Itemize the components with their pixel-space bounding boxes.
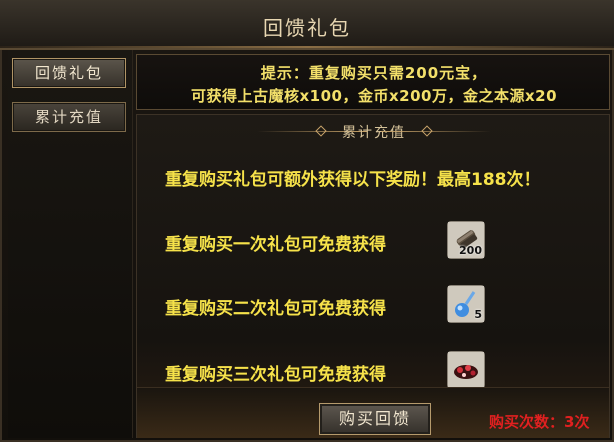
reward-row: 重复购买三次礼包可免费获得 [165, 351, 595, 391]
reward-text: 重复购买二次礼包可免费获得 [165, 299, 386, 319]
window-title: 回馈礼包 [263, 16, 351, 40]
panel-header-title: 累计充值 [342, 125, 406, 141]
tab-rebate-pack[interactable]: 回馈礼包 [12, 58, 126, 88]
title-bar: 回馈礼包 [0, 0, 614, 50]
reward-text: 重复购买一次礼包可免费获得 [165, 235, 386, 255]
item-count: 200 [459, 244, 482, 257]
hint-box: 提示：重复购买只需200元宝， 可获得上古魔核x100，金币x200万，金之本源… [136, 54, 610, 110]
reward-row: 重复购买一次礼包可免费获得 200 [165, 221, 595, 261]
header-rule-right [381, 131, 491, 132]
hint-line-1: 提示：重复购买只需200元宝， [260, 64, 488, 82]
item-count: 5 [474, 308, 482, 321]
reward-panel: 累计充值 重复购买礼包可额外获得以下奖励！最高188次！ 重复购买一次礼包可免费… [136, 114, 610, 438]
item-slot[interactable] [447, 351, 485, 389]
tab-cumulative-recharge[interactable]: 累计充值 [12, 102, 126, 132]
item-slot[interactable]: 200 [447, 221, 485, 259]
reward-row: 重复购买二次礼包可免费获得 5 [165, 285, 595, 325]
red-gem-icon [448, 352, 484, 388]
reward-intro: 重复购买礼包可额外获得以下奖励！最高188次！ [165, 170, 541, 190]
title-divider [0, 46, 614, 48]
buy-rebate-button[interactable]: 购买回馈 [319, 403, 431, 435]
item-slot[interactable]: 5 [447, 285, 485, 323]
hint-line-2: 可获得上古魔核x100，金币x200万，金之本源x20 [190, 87, 558, 105]
purchase-count: 购买次数：3次 [489, 413, 590, 431]
panel-header: 累计充值 [137, 121, 611, 141]
reward-text: 重复购买三次礼包可免费获得 [165, 365, 386, 385]
sidebar: 回馈礼包 累计充值 [8, 50, 133, 438]
